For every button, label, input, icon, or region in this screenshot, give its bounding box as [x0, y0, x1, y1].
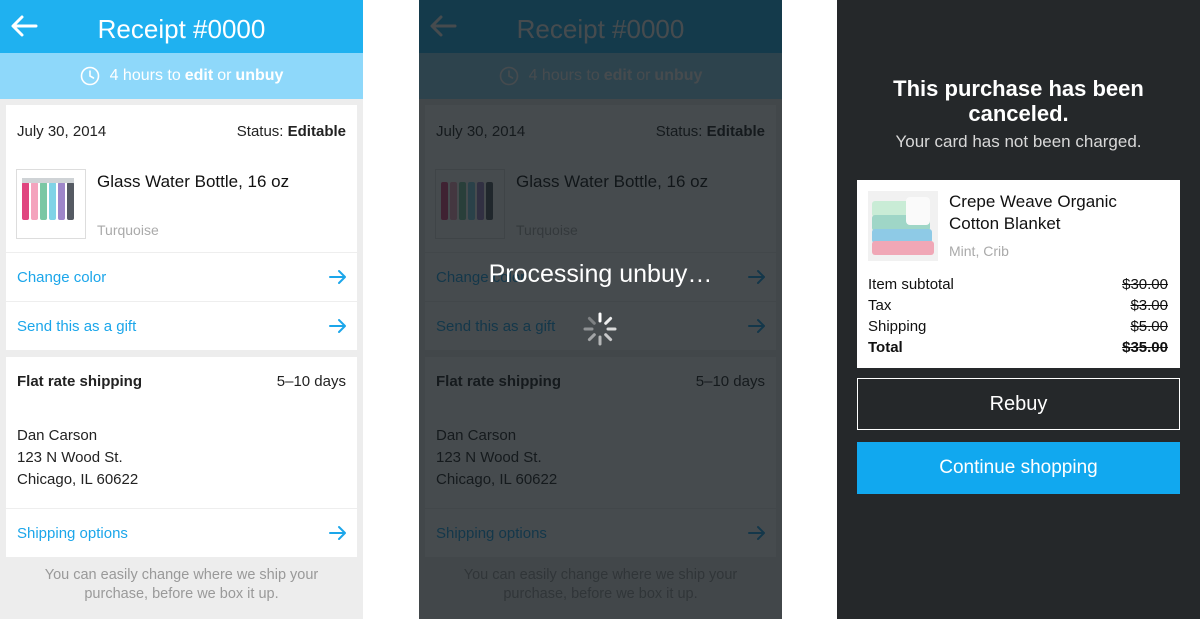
receipt-screen: Receipt #0000 4 hours to edit or unbuy J…	[0, 0, 363, 619]
shipping-card: Flat rate shipping 5–10 days Dan Carson …	[6, 357, 357, 557]
blanket-illustration	[868, 191, 938, 261]
product-variant: Mint, Crib	[949, 243, 1009, 259]
price-line-amount: $30.00	[1122, 276, 1168, 293]
send-gift-row[interactable]: Send this as a gift	[6, 301, 357, 350]
arrow-right-icon	[329, 319, 346, 333]
order-date: July 30, 2014	[17, 123, 107, 140]
page-title: Receipt #0000	[97, 14, 266, 44]
canceled-screen: This purchase has been canceled. Your ca…	[837, 0, 1200, 619]
edit-window-or: or	[217, 67, 232, 84]
shipping-note: You can easily change where we ship your…	[44, 567, 319, 602]
order-meta: July 30, 2014 Status: Editable	[17, 123, 346, 140]
edit-link[interactable]: edit	[185, 67, 213, 85]
order-summary: Crepe Weave Organic Cotton Blanket Mint,…	[857, 180, 1180, 368]
product-variant: Turquoise	[97, 222, 159, 238]
processing-screen: Receipt #0000 4 hours to edit or unbuy J…	[419, 0, 782, 619]
shipping-title: Flat rate shipping	[17, 373, 143, 390]
price-line-amount: $3.00	[1130, 297, 1168, 314]
address-line: Dan Carson	[17, 427, 98, 444]
price-line-label: Shipping	[868, 318, 927, 335]
arrow-right-icon	[329, 270, 346, 284]
unbuy-link[interactable]: unbuy	[235, 67, 283, 85]
spinner-icon	[583, 312, 617, 346]
shipping-header: Flat rate shipping 5–10 days	[17, 373, 346, 390]
product-name: Crepe Weave Organic Cotton Blanket	[949, 192, 1117, 233]
clock-icon	[80, 66, 99, 86]
continue-shopping-button[interactable]: Continue shopping	[857, 442, 1180, 494]
order-card: July 30, 2014 Status: Editable Glass Wat…	[6, 105, 357, 350]
order-status: Status: Editable	[237, 123, 346, 140]
header: Receipt #0000	[0, 0, 363, 53]
processing-overlay: Processing unbuy…	[419, 0, 782, 619]
price-line-total: Total $35.00	[868, 337, 1168, 358]
status-value: Editable	[287, 123, 346, 140]
status-label: Status:	[236, 123, 284, 140]
edit-window-banner: 4 hours to edit or unbuy	[0, 53, 363, 99]
price-line-label: Total	[868, 339, 903, 356]
canceled-subtitle: Your card has not been charged.	[895, 132, 1142, 151]
price-line-label: Item subtotal	[868, 276, 954, 293]
price-line: Shipping $5.00	[868, 316, 1168, 337]
processing-text: Processing unbuy…	[488, 260, 713, 288]
product-item: Glass Water Bottle, 16 oz Turquoise	[16, 169, 346, 241]
product-image	[868, 191, 938, 261]
shipping-options-label: Shipping options	[17, 524, 128, 542]
price-line: Item subtotal $30.00	[868, 274, 1168, 295]
address-line: 123 N Wood St.	[17, 449, 123, 466]
product-image	[16, 169, 86, 239]
send-gift-label: Send this as a gift	[17, 317, 137, 335]
price-line: Tax $3.00	[868, 295, 1168, 316]
change-color-label: Change color	[17, 268, 107, 286]
shipping-address: Dan Carson 123 N Wood St. Chicago, IL 60…	[17, 425, 138, 491]
price-lines: Item subtotal $30.00 Tax $3.00 Shipping …	[868, 274, 1168, 358]
shipping-days: 5–10 days	[276, 373, 346, 390]
price-line-amount: $35.00	[1122, 339, 1168, 356]
rebuy-button[interactable]: Rebuy	[857, 378, 1180, 430]
change-color-row[interactable]: Change color	[6, 252, 357, 301]
shipping-options-row[interactable]: Shipping options	[6, 508, 357, 557]
price-line-label: Tax	[868, 297, 892, 314]
bottles-illustration	[22, 178, 74, 220]
arrow-right-icon	[329, 526, 346, 540]
address-line: Chicago, IL 60622	[17, 471, 139, 488]
canceled-title: This purchase has been canceled.	[893, 76, 1144, 126]
product-name: Glass Water Bottle, 16 oz	[97, 172, 290, 191]
edit-window-prefix: 4 hours to	[109, 67, 181, 84]
price-line-amount: $5.00	[1130, 318, 1168, 335]
